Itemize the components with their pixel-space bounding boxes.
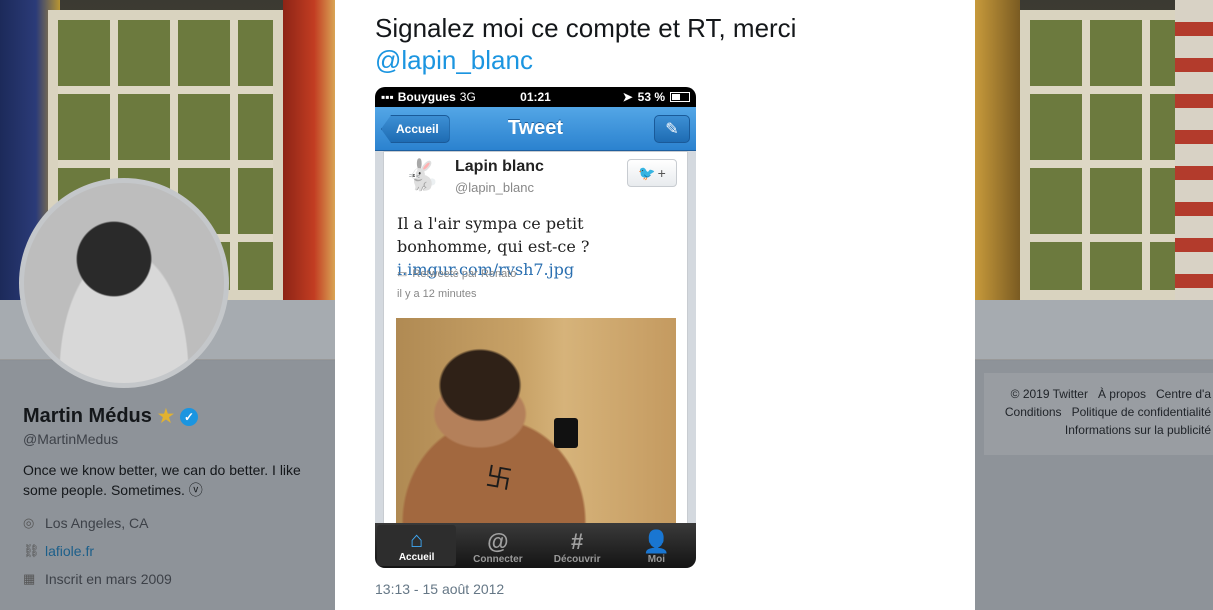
hash-icon: #	[571, 529, 584, 554]
home-icon: ⌂	[409, 527, 424, 552]
embedded-user-handle: @lapin_blanc	[455, 180, 534, 195]
star-icon: ★	[157, 406, 175, 426]
footer-ads-link[interactable]: Informations sur la publicité	[1065, 423, 1211, 437]
location-text: Los Angeles, CA	[45, 515, 149, 531]
tab-home: ⌂ Accueil	[377, 525, 457, 566]
tab-discover: # Découvrir	[538, 523, 617, 568]
embedded-photo: 卐	[396, 318, 676, 558]
phone-status-bar: ▪▪▪ Bouygues 3G 01:21 ➤ 53 %	[375, 87, 696, 107]
embedded-user-name: Lapin blanc	[455, 158, 544, 175]
phone-nav-bar: Accueil Tweet ✎	[375, 107, 696, 151]
compose-icon: ✎	[654, 115, 690, 143]
footer-copyright: © 2019 Twitter	[1010, 387, 1088, 401]
footer-about-link[interactable]: À propos	[1098, 387, 1146, 401]
rabbit-avatar-icon: 🐇	[403, 159, 441, 192]
embedded-tweet-time: il y a 12 minutes	[397, 288, 477, 300]
footer-row-3: Informations sur la publicité	[984, 421, 1213, 439]
profile-website: ⛓ lafiole.fr	[23, 541, 323, 561]
verified-icon: ✓	[180, 407, 199, 426]
phone-back-button: Accueil	[381, 115, 450, 143]
tweet-timestamp[interactable]: 13:13 - 15 août 2012	[375, 581, 504, 597]
status-time: 01:21	[520, 90, 551, 104]
footer-help-link[interactable]: Centre d'a	[1156, 387, 1211, 401]
location-icon: ◎	[23, 515, 35, 530]
tweet-text: Signalez moi ce compte et RT, merci @lap…	[375, 12, 955, 76]
tweet-attached-image[interactable]: ▪▪▪ Bouygues 3G 01:21 ➤ 53 % Accueil Twe…	[375, 87, 696, 568]
avatar-image	[24, 183, 224, 383]
calendar-icon: ▦	[23, 571, 36, 586]
footer-row-1: © 2019 Twitter À propos Centre d'a	[984, 385, 1213, 403]
profile-card: Martin Médus ★ ✓ @MartinMedus Once we kn…	[23, 405, 323, 589]
tab-connect-label: Connecter	[473, 554, 523, 565]
footer-row-2: Conditions Politique de confidentialité	[984, 403, 1213, 421]
footer-terms-link[interactable]: Conditions	[1005, 405, 1062, 419]
profile-handle[interactable]: @MartinMedus	[23, 431, 323, 447]
retweet-info: ▭ Retweeté par Renato	[397, 267, 517, 281]
footer-privacy-link[interactable]: Politique de confidentialité	[1072, 405, 1211, 419]
tweet-modal: Signalez moi ce compte et RT, merci @lap…	[335, 0, 975, 610]
swastika-symbol: 卐	[483, 460, 515, 496]
tab-connect: @ Connecter	[458, 523, 537, 568]
tab-me-label: Moi	[647, 554, 665, 565]
tab-me: 👤 Moi	[617, 523, 696, 568]
profile-avatar[interactable]	[19, 178, 229, 388]
site-footer: © 2019 Twitter À propos Centre d'a Conditi…	[984, 373, 1213, 455]
profile-location: ◎ Los Angeles, CA	[23, 513, 323, 533]
joined-text: Inscrit en mars 2009	[45, 571, 172, 587]
photo-phone	[554, 418, 578, 448]
banner-drape-right	[975, 0, 1020, 300]
phone-nav-title: Tweet	[507, 117, 564, 139]
retweeted-by: Retweeté par Renato	[412, 267, 517, 280]
phone-tab-bar: ⌂ Accueil @ Connecter # Découvrir 👤 Moi	[375, 523, 696, 568]
website-link[interactable]: lafiole.fr	[45, 543, 94, 559]
follow-button: 🐦 +	[627, 159, 677, 187]
embedded-tweet-card: 🐇 Lapin blanc @lapin_blanc 🐦 + Il a l'air…	[383, 151, 688, 558]
tweet-mention-link[interactable]: @lapin_blanc	[375, 45, 533, 75]
profile-name-row: Martin Médus ★ ✓	[23, 405, 323, 428]
banner-flag	[1175, 0, 1213, 300]
profile-name[interactable]: Martin Médus	[23, 405, 152, 428]
tab-home-label: Accueil	[398, 552, 435, 563]
retweet-icon: ▭	[397, 268, 408, 280]
embedded-text-body: Il a l'air sympa ce petit bonhomme, qui …	[397, 214, 590, 256]
at-icon: @	[487, 529, 509, 554]
banner-drape-center	[283, 0, 335, 300]
tweet-body: Signalez moi ce compte et RT, merci	[375, 13, 797, 43]
person-icon: 👤	[642, 529, 671, 554]
link-icon: ⛓	[23, 543, 40, 558]
bird-icon: 🐦	[638, 164, 656, 181]
profile-bio: Once we know better, we can do better. I…	[23, 462, 301, 498]
profile-joined: ▦ Inscrit en mars 2009	[23, 569, 323, 589]
tab-discover-label: Découvrir	[553, 554, 601, 565]
